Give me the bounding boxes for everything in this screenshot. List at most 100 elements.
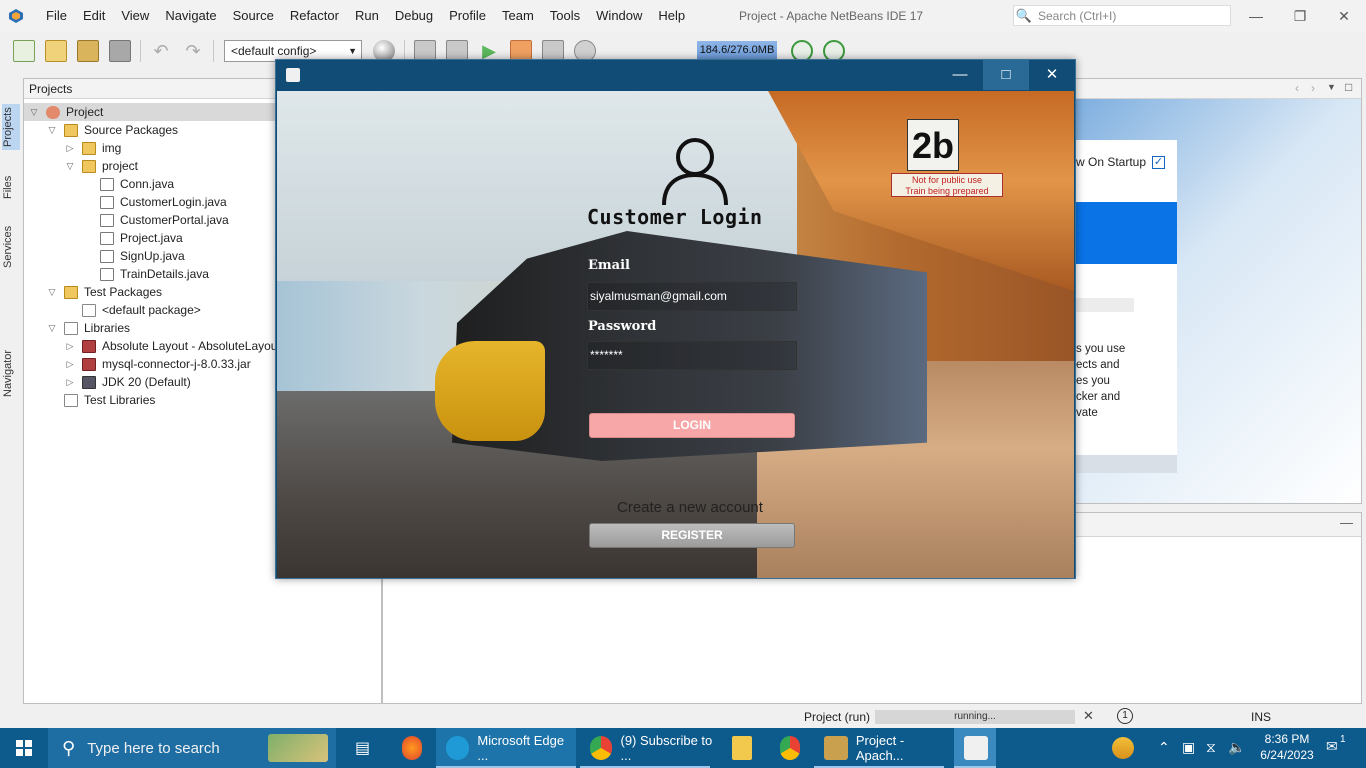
password-field[interactable]: ******* [587, 341, 797, 370]
proj-icon [46, 105, 60, 119]
tree-node[interactable]: ▽ project [64, 157, 139, 175]
chevron-down-icon: ▼ [348, 46, 357, 56]
minimize-icon[interactable]: — [1234, 0, 1278, 32]
login-button[interactable]: LOGIN [589, 413, 795, 438]
welcome-text-line: cker and [1076, 391, 1121, 403]
toolbar-separator [140, 40, 141, 62]
save-all-icon[interactable] [109, 40, 131, 62]
clock[interactable]: 8:36 PM 6/24/2023 [1259, 731, 1315, 763]
menu-view[interactable]: View [113, 0, 157, 32]
tree-node[interactable]: CustomerLogin.java [82, 193, 227, 211]
tree-node[interactable]: ▷ Absolute Layout - AbsoluteLayou [64, 337, 278, 355]
maximize-panel-icon[interactable]: □ [1345, 80, 1352, 94]
tab-list-icon[interactable]: ▼ [1327, 82, 1336, 92]
tree-node[interactable]: ▽ Source Packages [46, 121, 179, 139]
memory-indicator[interactable]: 184.6/276.0MB [697, 41, 777, 59]
close-icon[interactable]: ✕ [1322, 0, 1366, 32]
volume-icon[interactable]: 🔈 [1228, 739, 1245, 756]
taskbar-app-chrome[interactable]: (9) Subscribe to ... [580, 728, 720, 768]
tree-node[interactable]: ▽ Test Packages [46, 283, 163, 301]
chevron-up-icon[interactable]: ⌃ [1158, 739, 1170, 756]
tree-node-label: Absolute Layout - AbsoluteLayou [102, 339, 278, 353]
tree-node[interactable]: <default package> [64, 301, 201, 319]
new-project-icon[interactable] [45, 40, 67, 62]
tab-services[interactable]: Services [2, 222, 20, 272]
tab-files[interactable]: Files [2, 172, 20, 202]
task-view-icon[interactable]: ▤ [345, 728, 375, 768]
menu-team[interactable]: Team [494, 0, 542, 32]
tab-navigator[interactable]: Navigator [2, 344, 20, 402]
java-icon [100, 267, 114, 281]
tree-node[interactable]: ▷ mysql-connector-j-8.0.33.jar [64, 355, 251, 373]
tree-node[interactable]: Conn.java [82, 175, 174, 193]
redo-icon[interactable]: ↷ [182, 40, 204, 62]
expand-icon[interactable]: ▷ [64, 337, 76, 355]
collapse-icon[interactable]: ▽ [46, 121, 58, 139]
tree-node[interactable]: ▷ img [64, 139, 122, 157]
taskbar-search-box[interactable]: ⚲ Type here to search [48, 728, 336, 768]
chrome-icon [590, 736, 613, 760]
close-icon[interactable]: ✕ [1029, 60, 1075, 90]
chrome-icon[interactable] [770, 728, 808, 768]
menu-edit[interactable]: Edit [75, 0, 113, 32]
menu-tools[interactable]: Tools [542, 0, 588, 32]
menu-profile[interactable]: Profile [441, 0, 494, 32]
taskbar-app-java[interactable] [954, 728, 996, 768]
open-project-icon[interactable] [77, 40, 99, 62]
wifi-icon[interactable]: ⧖ [1206, 739, 1216, 756]
tree-node-label: CustomerPortal.java [120, 213, 229, 227]
cancel-task-icon[interactable]: ✕ [1083, 708, 1094, 724]
menu-debug[interactable]: Debug [387, 0, 441, 32]
email-field[interactable]: siyalmusman@gmail.com [587, 282, 797, 311]
expand-icon[interactable]: ▷ [64, 139, 76, 157]
tree-node[interactable]: ▽ Libraries [46, 319, 131, 337]
firefox-icon[interactable] [392, 728, 430, 768]
ide-title-bar: File Edit View Navigate Source Refactor Run Deb… [0, 0, 1366, 32]
maximize-icon[interactable]: □ [983, 60, 1029, 90]
tree-node[interactable]: TrainDetails.java [82, 265, 209, 283]
menu-file[interactable]: File [38, 0, 75, 32]
tree-node[interactable]: Test Libraries [46, 391, 155, 409]
tree-node[interactable]: ▷ JDK 20 (Default) [64, 373, 191, 391]
collapse-icon[interactable]: ▽ [46, 319, 58, 337]
tree-node[interactable]: SignUp.java [82, 247, 185, 265]
menu-run[interactable]: Run [347, 0, 387, 32]
edge-icon [446, 736, 470, 760]
tab-scroll-right-icon[interactable]: › [1311, 81, 1315, 95]
notifications-icon[interactable]: 1 [1117, 708, 1133, 724]
tab-scroll-left-icon[interactable]: ‹ [1295, 81, 1299, 95]
minimize-icon[interactable]: — [937, 60, 983, 90]
ide-search-box[interactable]: 🔍 Search (Ctrl+I) [1013, 5, 1231, 26]
menu-navigate[interactable]: Navigate [157, 0, 224, 32]
minimize-panel-icon[interactable]: — [1340, 515, 1353, 530]
tab-projects[interactable]: Projects [2, 104, 20, 150]
restore-icon[interactable]: ❐ [1278, 0, 1322, 32]
register-button[interactable]: REGISTER [589, 523, 795, 548]
run-task-label[interactable]: Project (run) [804, 710, 870, 724]
expand-icon[interactable]: ▷ [64, 355, 76, 373]
expand-icon[interactable]: ▷ [64, 373, 76, 391]
collapse-icon[interactable]: ▽ [64, 157, 76, 175]
tree-node-label: Test Packages [84, 285, 163, 299]
menu-window[interactable]: Window [588, 0, 650, 32]
show-on-startup-checkbox[interactable]: ✓ [1152, 155, 1166, 169]
menu-help[interactable]: Help [650, 0, 693, 32]
collapse-icon[interactable]: ▽ [28, 103, 40, 121]
collapse-icon[interactable]: ▽ [46, 283, 58, 301]
undo-icon[interactable]: ↶ [150, 40, 172, 62]
action-center-icon[interactable]: ✉ [1326, 738, 1338, 755]
new-file-icon[interactable] [13, 40, 35, 62]
menu-source[interactable]: Source [225, 0, 282, 32]
welcome-banner [1076, 202, 1177, 264]
tree-node[interactable]: CustomerPortal.java [82, 211, 229, 229]
file-explorer-icon[interactable] [722, 728, 760, 768]
tree-node[interactable]: Project.java [82, 229, 183, 247]
login-window-titlebar: — □ ✕ [276, 60, 1075, 90]
show-on-startup-option[interactable]: w On Startup ✓ [1076, 155, 1166, 169]
battery-icon[interactable]: ▣ [1182, 739, 1195, 756]
menu-refactor[interactable]: Refactor [282, 0, 347, 32]
start-button[interactable] [0, 728, 48, 768]
weather-icon[interactable] [1112, 737, 1134, 759]
taskbar-app-edge[interactable]: Microsoft Edge ... [436, 728, 576, 768]
taskbar-app-netbeans[interactable]: Project - Apach... [814, 728, 954, 768]
